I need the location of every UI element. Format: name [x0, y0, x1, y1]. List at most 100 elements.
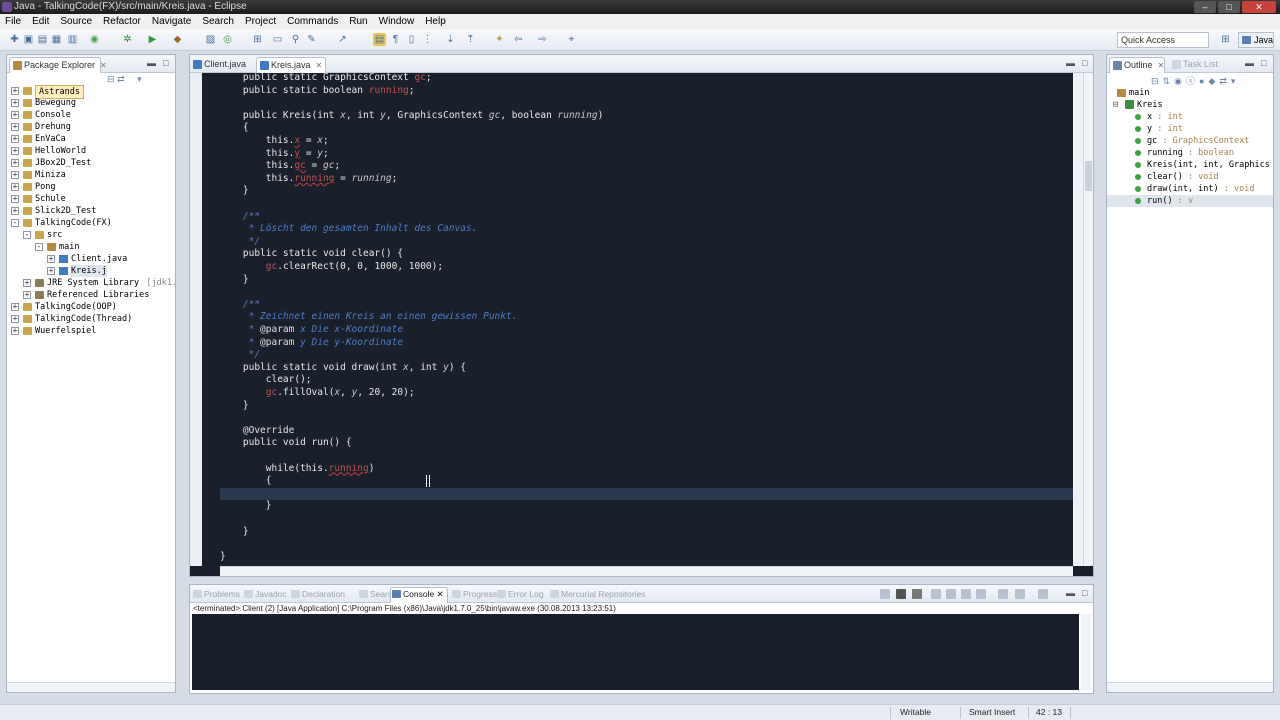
- code-line[interactable]: 31 */: [220, 349, 1073, 362]
- expand-icon[interactable]: +: [11, 207, 19, 215]
- outline-item[interactable]: y : int: [1107, 123, 1273, 135]
- pin-icon[interactable]: ⌖: [565, 33, 578, 46]
- tree-item[interactable]: + Miniza: [7, 169, 175, 181]
- code-line[interactable]: 39: [220, 450, 1073, 463]
- expand-icon[interactable]: +: [11, 99, 19, 107]
- editor-hscrollbar[interactable]: [220, 566, 1073, 576]
- scroll-thumb[interactable]: [1085, 161, 1092, 191]
- expand-icon[interactable]: +: [11, 123, 19, 131]
- expand-icon[interactable]: +: [11, 195, 19, 203]
- code-line[interactable]: 35 }: [220, 400, 1073, 413]
- outline-item[interactable]: gc : GraphicsContext: [1107, 135, 1273, 147]
- tab-task-list[interactable]: Task List: [1169, 57, 1229, 73]
- menu-edit[interactable]: Edit: [32, 14, 49, 29]
- minimize-view-icon[interactable]: ▬: [1245, 58, 1254, 68]
- highlight-toggle-icon[interactable]: ▤: [373, 33, 386, 46]
- quick-access-input[interactable]: Quick Access: [1117, 32, 1209, 48]
- tree-item[interactable]: - main: [7, 241, 175, 253]
- code-line[interactable]: 23 public static void clear() {: [220, 248, 1073, 261]
- close-button[interactable]: ✕: [1242, 1, 1276, 13]
- open-folder-icon[interactable]: ▭: [271, 33, 284, 46]
- menu-source[interactable]: Source: [60, 14, 92, 29]
- collapse-icon[interactable]: -: [23, 231, 31, 239]
- tree-item[interactable]: + HelloWorld: [7, 145, 175, 157]
- scroll-lock-icon[interactable]: [946, 589, 956, 599]
- tab-console[interactable]: Console ✕: [390, 587, 448, 603]
- menu-window[interactable]: Window: [379, 14, 415, 29]
- code-line[interactable]: 26: [220, 286, 1073, 299]
- block-select-icon[interactable]: ¶: [389, 33, 402, 46]
- tree-item[interactable]: + Wuerfelspiel: [7, 325, 175, 337]
- code-line[interactable]: 15 this.y = y;: [220, 148, 1073, 161]
- last-edit-icon[interactable]: ✦: [493, 33, 506, 46]
- expand-icon[interactable]: +: [47, 255, 55, 263]
- expand-icon[interactable]: +: [11, 327, 19, 335]
- outline-item[interactable]: run() : v: [1107, 195, 1273, 207]
- code-line[interactable]: 37 @Override: [220, 425, 1073, 438]
- maximize-view-icon[interactable]: □: [1261, 58, 1266, 68]
- hide-nonpublic-icon[interactable]: ●: [1199, 76, 1208, 86]
- maximize-view-icon[interactable]: □: [1082, 588, 1087, 598]
- expand-icon[interactable]: +: [11, 147, 19, 155]
- expand-icon[interactable]: +: [23, 291, 31, 299]
- hide-fields-icon[interactable]: ◉: [1174, 76, 1186, 86]
- expand-icon[interactable]: +: [11, 171, 19, 179]
- tree-item[interactable]: + EnVaCa: [7, 133, 175, 145]
- new-class-icon[interactable]: ◎: [221, 33, 234, 46]
- pilcrow-icon[interactable]: ⋮: [421, 33, 434, 46]
- collapse-icon[interactable]: -: [35, 243, 43, 251]
- open-perspective-icon[interactable]: ⊞: [1219, 33, 1232, 46]
- tree-item[interactable]: + Drehung: [7, 121, 175, 133]
- save-all-icon[interactable]: ▤: [36, 33, 49, 46]
- close-icon[interactable]: ✕: [100, 61, 107, 70]
- tree-item[interactable]: + Client.java: [7, 253, 175, 265]
- code-line[interactable]: 32 public static void draw(int x, int y)…: [220, 362, 1073, 375]
- code-area[interactable]: 9 public static GraphicsContext gc;10 pu…: [220, 73, 1073, 566]
- tree-item[interactable]: + Referenced Libraries: [7, 289, 175, 301]
- code-line[interactable]: 12 public Kreis(int x, int y, GraphicsCo…: [220, 110, 1073, 123]
- tab-error-log[interactable]: Error Log: [496, 588, 543, 600]
- expand-icon[interactable]: +: [11, 87, 19, 95]
- expand-icon[interactable]: +: [11, 315, 19, 323]
- tree-item[interactable]: + Bewegung: [7, 97, 175, 109]
- new-package-icon[interactable]: ▨: [204, 33, 217, 46]
- code-line[interactable]: 41 {: [220, 475, 1073, 488]
- code-line[interactable]: 17 this.running = running;: [220, 173, 1073, 186]
- clear-console-icon[interactable]: [931, 589, 941, 599]
- outline-item[interactable]: ⊟ Kreis: [1107, 99, 1273, 111]
- search-tool-icon[interactable]: ⚲: [289, 33, 302, 46]
- code-line[interactable]: 10 public static boolean running;: [220, 85, 1073, 98]
- tree-item[interactable]: + JRE System Library [jdk1.7.: [7, 277, 175, 289]
- open-type-icon[interactable]: ⊞: [251, 33, 264, 46]
- expand-icon[interactable]: +: [11, 111, 19, 119]
- tab-problems[interactable]: Problems: [192, 588, 240, 600]
- code-line[interactable]: 11: [220, 97, 1073, 110]
- tree-item[interactable]: + TalkingCode(OOP): [7, 301, 175, 313]
- prev-annotation-icon[interactable]: ⇡: [464, 33, 477, 46]
- remove-launch-icon[interactable]: [896, 589, 906, 599]
- close-icon[interactable]: ✕: [434, 589, 444, 599]
- toggle-mark-icon[interactable]: ↗: [336, 33, 349, 46]
- hide-static-icon[interactable]: ⓢ: [1186, 76, 1199, 86]
- code-line[interactable]: 42: [220, 487, 1073, 501]
- collapse-all-icon[interactable]: ⊟: [1151, 76, 1163, 86]
- tree-item[interactable]: - src: [7, 229, 175, 241]
- code-line[interactable]: 18 }: [220, 185, 1073, 198]
- minimize-view-icon[interactable]: ▬: [147, 58, 156, 68]
- sort-icon[interactable]: ⇅: [1163, 76, 1175, 86]
- run-icon[interactable]: ▶: [146, 33, 159, 46]
- tree-item[interactable]: + Schule: [7, 193, 175, 205]
- tree-item[interactable]: + Pong: [7, 181, 175, 193]
- maximize-button[interactable]: □: [1218, 1, 1240, 13]
- code-line[interactable]: 19: [220, 198, 1073, 211]
- code-line[interactable]: 45 }: [220, 526, 1073, 539]
- menu-refactor[interactable]: Refactor: [103, 14, 141, 29]
- package-explorer-hscrollbar[interactable]: [7, 682, 175, 692]
- collapse-icon[interactable]: -: [11, 219, 19, 227]
- menu-commands[interactable]: Commands: [287, 14, 338, 29]
- expand-icon[interactable]: +: [11, 135, 19, 143]
- tree-item[interactable]: + TalkingCode(Thread): [7, 313, 175, 325]
- maximize-view-icon[interactable]: □: [163, 58, 168, 68]
- code-line[interactable]: 13 {: [220, 122, 1073, 135]
- minimize-view-icon[interactable]: ▬: [1066, 58, 1075, 68]
